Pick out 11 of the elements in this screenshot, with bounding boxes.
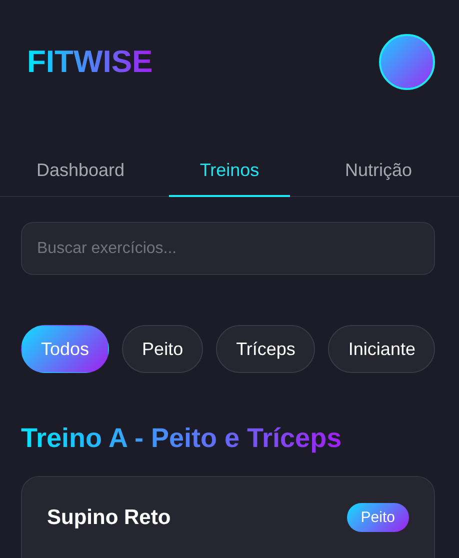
nav-tab[interactable]: Nutrição (318, 148, 439, 197)
filter-chip[interactable]: Todos (21, 325, 110, 373)
filter-chip[interactable]: Iniciante (328, 325, 436, 373)
filter-chip[interactable]: Peito (122, 325, 204, 373)
nav-tab[interactable]: Treinos (169, 148, 290, 197)
nav-tab[interactable]: Dashboard (20, 148, 141, 197)
filter-chip[interactable]: Tríceps (216, 325, 316, 373)
exercise-name: Supino Reto (47, 506, 171, 530)
exercise-card[interactable]: Supino Reto Peito (21, 476, 435, 558)
search-field[interactable]: Buscar exercícios... (21, 222, 435, 275)
muscle-tag: Peito (346, 503, 409, 532)
